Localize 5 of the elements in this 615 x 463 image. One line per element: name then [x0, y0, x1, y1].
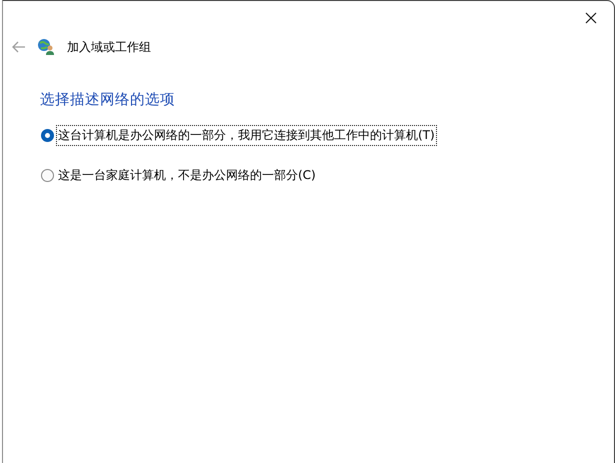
window-title: 加入域或工作组 [67, 38, 151, 56]
page-heading: 选择描述网络的选项 [40, 91, 176, 109]
radio-option[interactable]: 这是一台家庭计算机，不是办公网络的一部分(C) [41, 165, 614, 186]
close-icon [585, 12, 597, 24]
network-computer-icon [37, 38, 55, 56]
